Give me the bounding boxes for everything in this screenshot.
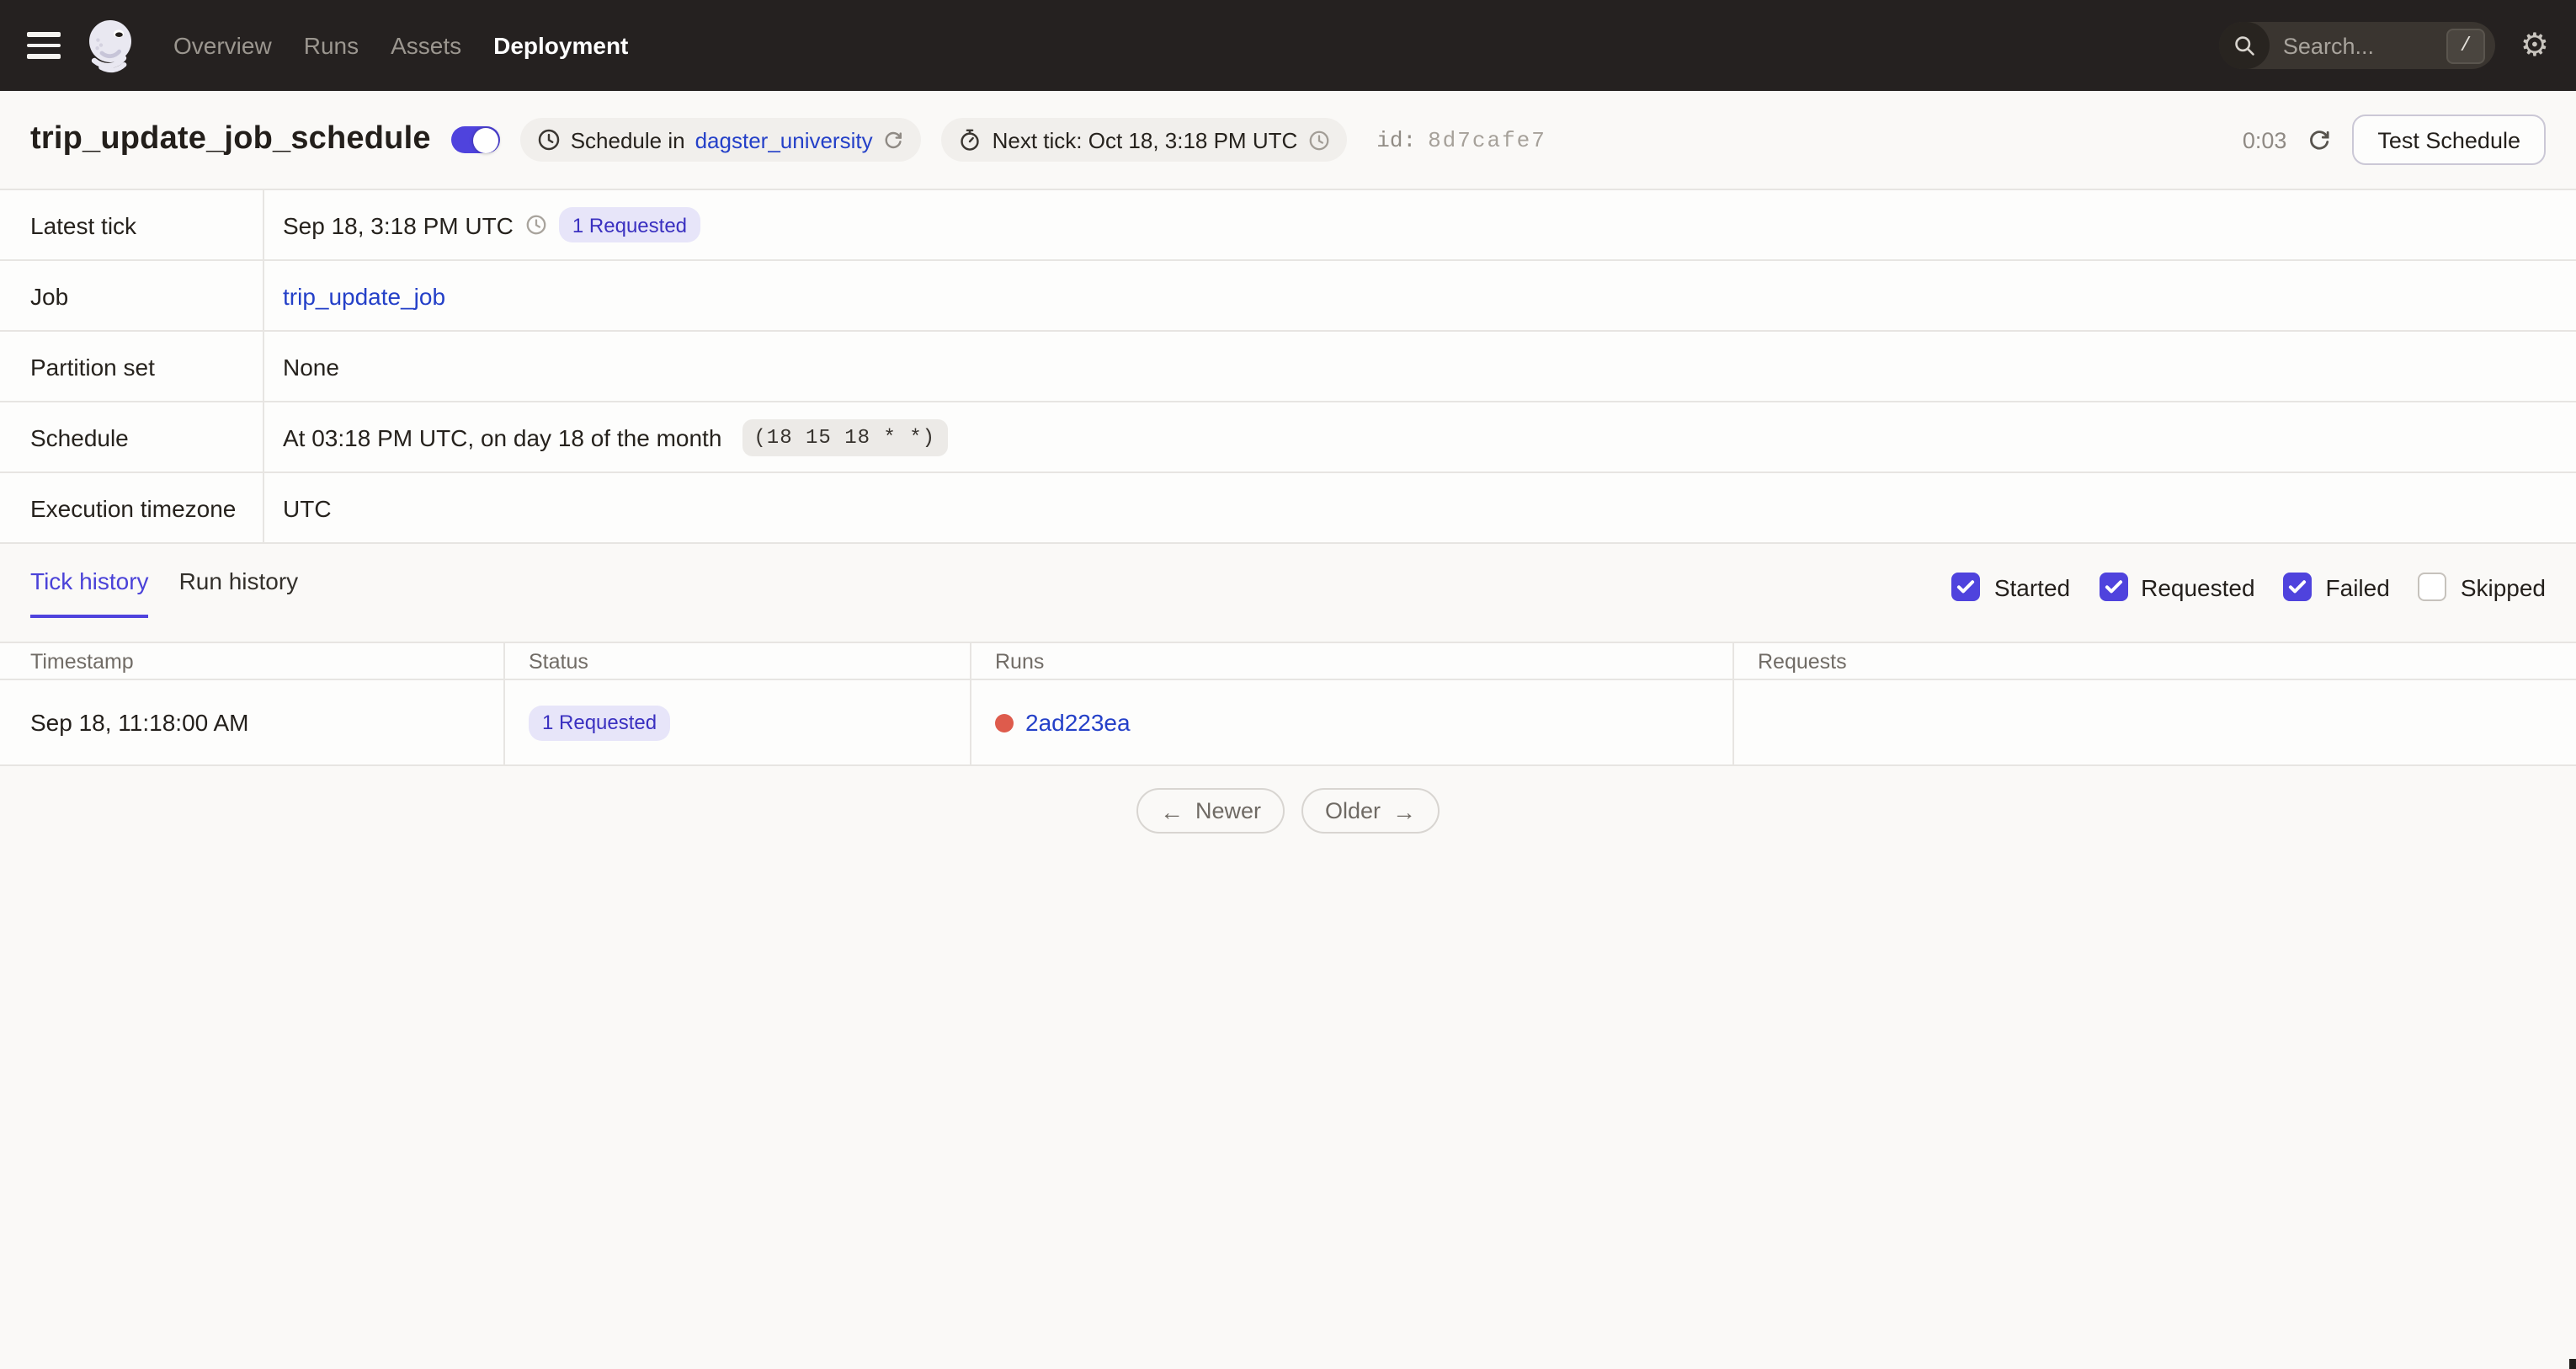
page-title: trip_update_job_schedule [30,121,431,157]
cell-runs: 2ad223ea [970,680,1732,764]
next-tick-pill: Next tick: Oct 18, 3:18 PM UTC [941,118,1347,162]
search-input[interactable]: Search... / [2218,22,2495,69]
schedule-details: Latest tick Sep 18, 3:18 PM UTC 1 Reques… [0,190,2576,544]
run-id-link[interactable]: 2ad223ea [1025,709,1131,736]
arrow-right-icon: → [1392,797,1417,824]
history-tabs: Tick history Run history [30,567,298,618]
column-header-runs: Runs [970,643,1732,679]
filter-label: Skipped [2460,573,2546,600]
pagination: ← Newer Older → [0,788,2576,834]
filter-label: Started [1993,573,2071,600]
tick-history-table: Timestamp Status Runs Requests Sep 18, 1… [0,642,2576,766]
search-shortcut-key: / [2446,28,2485,63]
nav-item-deployment[interactable]: Deployment [493,32,628,59]
code-location-link[interactable]: dagster_university [695,127,873,152]
test-schedule-button[interactable]: Test Schedule [2352,115,2546,165]
id-value: 8d7cafe7 [1428,127,1546,152]
filter-label: Requested [2141,573,2255,600]
column-header-status: Status [503,643,970,679]
partition-set-value: None [283,353,339,380]
filter-skipped[interactable]: Skipped [2418,573,2546,601]
detail-row-timezone: Execution timezone UTC [0,473,2576,544]
filter-failed[interactable]: Failed [2283,573,2390,601]
schedule-in-label: Schedule in [570,127,685,152]
checkbox-requested[interactable] [2099,573,2128,601]
check-icon [2105,580,2122,594]
column-header-requests: Requests [1732,643,2576,679]
history-tabs-row: Tick history Run history Started Request… [0,567,2576,618]
detail-row-schedule: Schedule At 03:18 PM UTC, on day 18 of t… [0,402,2576,473]
menu-icon[interactable] [27,32,61,59]
status-badge[interactable]: 1 Requested [529,705,671,740]
search-placeholder: Search... [2282,33,2374,58]
refresh-icon[interactable] [2307,127,2332,152]
detail-label: Execution timezone [0,473,264,542]
detail-label: Job [0,261,264,330]
tab-tick-history[interactable]: Tick history [30,567,149,618]
older-label: Older [1325,798,1381,823]
detail-label: Schedule [0,402,264,471]
cell-timestamp: Sep 18, 11:18:00 AM [30,709,249,736]
stopwatch-icon [959,128,982,152]
detail-row-partition-set: Partition set None [0,332,2576,402]
schedule-id: id: 8d7cafe7 [1376,127,1546,152]
id-label: id: [1376,127,1417,152]
cell-requests [1732,680,2576,764]
top-navbar: Overview Runs Assets Deployment Search..… [0,0,2576,91]
cell-status: 1 Requested [503,680,970,764]
timezone-value: UTC [283,494,332,521]
detail-row-job: Job trip_update_job [0,261,2576,332]
refresh-countdown: 0:03 [2242,127,2287,152]
status-badge[interactable]: 1 Requested [558,207,701,242]
gear-icon[interactable]: ⚙ [2520,29,2549,61]
filter-requested[interactable]: Requested [2099,573,2255,601]
table-header-row: Timestamp Status Runs Requests [0,643,2576,680]
schedule-enabled-toggle[interactable] [450,126,500,153]
arrow-left-icon: ← [1159,797,1184,824]
navbar-right: Search... / ⚙ [2218,22,2549,69]
checkbox-started[interactable] [1951,573,1981,601]
primary-nav: Overview Runs Assets Deployment [173,32,628,59]
detail-row-latest-tick: Latest tick Sep 18, 3:18 PM UTC 1 Reques… [0,190,2576,261]
timezone-clock-icon[interactable] [525,214,547,236]
clock-icon [537,128,561,152]
tab-run-history[interactable]: Run history [179,567,299,618]
latest-tick-time: Sep 18, 3:18 PM UTC [283,211,514,238]
nav-item-runs[interactable]: Runs [304,32,359,59]
nav-item-overview[interactable]: Overview [173,32,272,59]
job-link[interactable]: trip_update_job [283,282,445,309]
filter-started[interactable]: Started [1951,573,2071,601]
check-icon [2289,580,2307,594]
older-button[interactable]: Older → [1301,788,1440,834]
nav-item-assets[interactable]: Assets [391,32,461,59]
resize-corner-mark [2569,1359,2576,1369]
detail-label: Partition set [0,332,264,401]
schedule-header: trip_update_job_schedule Schedule in dag… [0,91,2576,190]
search-icon [2218,22,2270,69]
check-icon [1957,580,1975,594]
newer-button[interactable]: ← Newer [1136,788,1285,834]
checkbox-skipped[interactable] [2418,573,2447,601]
tick-status-filters: Started Requested Failed Skipped [1951,573,2546,618]
filter-label: Failed [2325,573,2390,600]
dagster-app: Overview Runs Assets Deployment Search..… [0,0,2576,1369]
cron-expression: (18 15 18 * *) [742,418,948,455]
checkbox-failed[interactable] [2283,573,2313,601]
table-row: Sep 18, 11:18:00 AM 1 Requested 2ad223ea [0,680,2576,766]
reload-location-icon[interactable] [883,129,905,151]
column-header-timestamp: Timestamp [30,649,134,673]
next-tick-text: Next tick: Oct 18, 3:18 PM UTC [992,127,1298,152]
newer-label: Newer [1195,798,1261,823]
schedule-human-text: At 03:18 PM UTC, on day 18 of the month [283,423,722,450]
run-failed-dot-icon [995,713,1014,732]
schedule-location-pill: Schedule in dagster_university [519,118,922,162]
detail-label: Latest tick [0,190,264,259]
timezone-clock-icon[interactable] [1307,129,1329,151]
detail-value: Sep 18, 3:18 PM UTC 1 Requested [264,190,2576,259]
dagster-logo-icon[interactable] [82,17,140,74]
